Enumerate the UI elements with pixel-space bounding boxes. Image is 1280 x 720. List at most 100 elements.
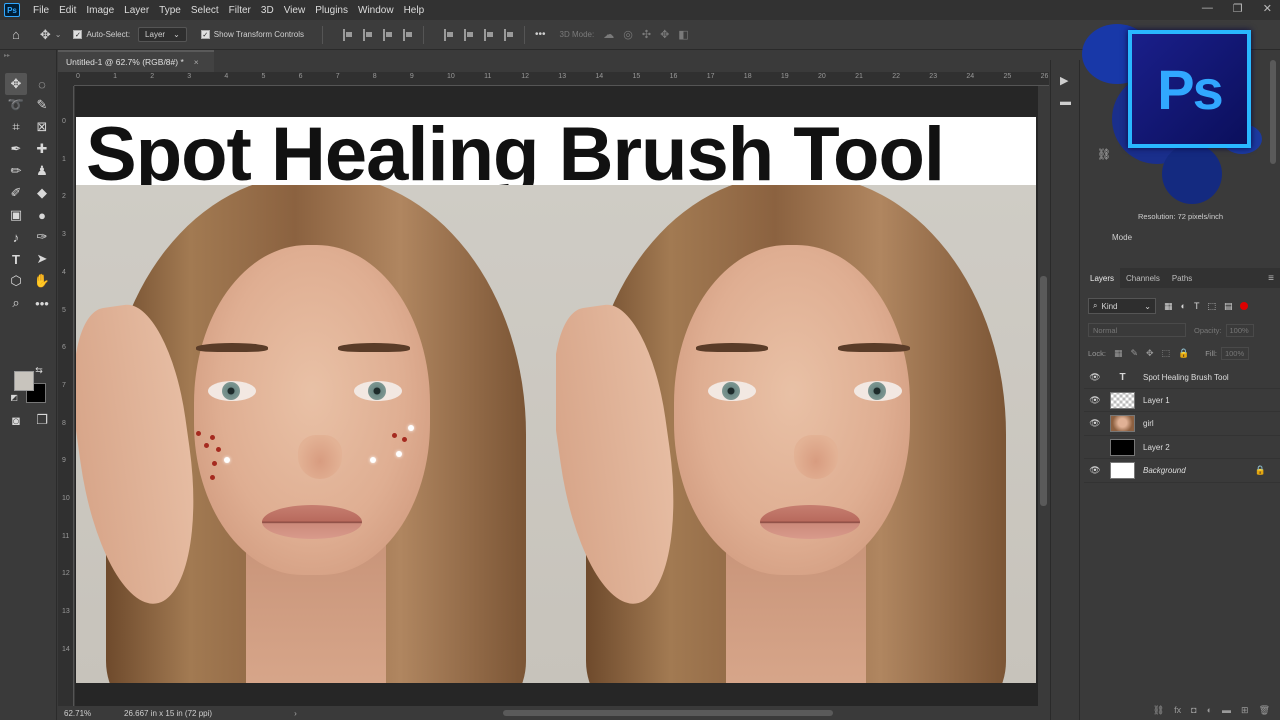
distribute-h-icon[interactable] — [403, 28, 413, 41]
visibility-eye-icon[interactable]: 👁 — [1084, 395, 1106, 406]
menu-3d[interactable]: 3D — [256, 5, 279, 16]
document-canvas[interactable]: Spot Healing Brush Tool — [76, 117, 1036, 683]
tab-layers[interactable]: Layers — [1084, 268, 1121, 288]
align-left-icon[interactable] — [343, 28, 353, 41]
new-group-icon[interactable]: ▬ — [1222, 705, 1231, 715]
comments-icon[interactable]: ▬ — [1060, 96, 1072, 108]
home-icon[interactable]: ⌂ — [12, 27, 20, 42]
menu-layer[interactable]: Layer — [119, 5, 154, 16]
layer-row[interactable]: 👁 Background 🔒 — [1084, 460, 1280, 483]
quick-mask-icon[interactable]: ◙ — [5, 409, 27, 431]
status-menu-arrow[interactable]: › — [294, 709, 297, 718]
eyedropper-tool-icon[interactable]: ✒ — [5, 138, 27, 160]
layer-name[interactable]: Layer 2 — [1143, 443, 1170, 452]
menu-window[interactable]: Window — [353, 5, 399, 16]
align-bottom-icon[interactable] — [484, 28, 494, 41]
document-tab[interactable]: Untitled-1 @ 62.7% (RGB/8#) * × — [58, 50, 214, 72]
layer-name[interactable]: girl — [1143, 419, 1154, 428]
align-center-h-icon[interactable] — [363, 28, 373, 41]
menu-image[interactable]: Image — [81, 5, 119, 16]
visibility-eye-icon[interactable]: 👁 — [1084, 372, 1106, 383]
vertical-scroll-thumb[interactable] — [1040, 276, 1047, 506]
smart-object-filter-icon[interactable]: ▤ — [1224, 301, 1233, 312]
layer-row[interactable]: 👁 girl — [1084, 413, 1280, 436]
layer-row[interactable]: Layer 2 — [1084, 436, 1280, 460]
tool-preset-chevron-icon[interactable]: ⌄ — [55, 30, 62, 39]
lock-image-icon[interactable]: ✎ — [1130, 348, 1138, 359]
layer-row[interactable]: 👁 Layer 1 — [1084, 389, 1280, 413]
layer-name[interactable]: Background — [1143, 466, 1186, 475]
roll-3d-icon[interactable]: ◎ — [623, 28, 633, 41]
blend-mode-dropdown[interactable]: Normal — [1088, 323, 1186, 337]
slide-3d-icon[interactable]: ✥ — [660, 28, 669, 41]
fx-icon[interactable]: fx — [1174, 705, 1181, 715]
trash-icon[interactable]: 🗑 — [1259, 705, 1270, 716]
new-layer-icon[interactable]: ⊞ — [1241, 705, 1249, 716]
adjustment-filter-icon[interactable]: ◐ — [1181, 301, 1186, 311]
zoom-tool-icon[interactable]: ⌕ — [5, 292, 27, 314]
toolbox-handle[interactable]: ▸▸ — [4, 52, 52, 60]
layer-name[interactable]: Spot Healing Brush Tool — [1143, 373, 1229, 382]
vertical-scrollbar[interactable] — [1038, 86, 1049, 706]
menu-plugins[interactable]: Plugins — [310, 5, 353, 16]
lock-all-icon[interactable]: 🔒 — [1178, 348, 1189, 359]
marquee-tool-icon[interactable]: ◌ — [31, 73, 53, 95]
filter-toggle[interactable] — [1240, 302, 1249, 310]
gradient-tool-icon[interactable]: ▣ — [5, 204, 27, 226]
horizontal-scroll-thumb[interactable] — [503, 710, 833, 716]
lock-artboard-icon[interactable]: ⬚ — [1162, 348, 1171, 359]
path-select-tool-icon[interactable]: ➤ — [31, 248, 53, 270]
close-tab-icon[interactable]: × — [194, 57, 199, 67]
layer-name[interactable]: Layer 1 — [1143, 396, 1170, 405]
add-mask-icon[interactable]: ◘ — [1191, 705, 1196, 715]
shape-tool-icon[interactable]: ⬡ — [5, 270, 27, 292]
show-transform-checkbox[interactable]: ✓ — [200, 30, 210, 39]
menu-type[interactable]: Type — [154, 5, 186, 16]
panel-menu-icon[interactable]: ≡ — [1268, 273, 1274, 284]
more-tools-icon[interactable]: ••• — [31, 292, 53, 314]
menu-file[interactable]: File — [28, 5, 54, 16]
swap-colors-icon[interactable]: ⇆ — [33, 364, 45, 376]
visibility-eye-icon[interactable]: 👁 — [1084, 465, 1106, 476]
align-top-icon[interactable] — [444, 28, 454, 41]
kind-filter-dropdown[interactable]: ⌕ Kind ⌄ — [1088, 298, 1156, 314]
distribute-v-icon[interactable] — [504, 28, 514, 41]
align-middle-v-icon[interactable] — [464, 28, 474, 41]
pixel-filter-icon[interactable]: ▦ — [1164, 301, 1173, 312]
layer-row[interactable]: 👁 T Spot Healing Brush Tool — [1084, 366, 1280, 389]
zoom-level[interactable]: 62.71% — [64, 709, 104, 718]
opacity-input[interactable]: 100% — [1225, 323, 1254, 337]
type-tool-icon[interactable]: T — [5, 248, 27, 270]
menu-select[interactable]: Select — [186, 5, 224, 16]
foreground-color-swatch[interactable] — [14, 371, 34, 391]
move-tool-icon[interactable]: ✥ — [40, 27, 51, 43]
menu-view[interactable]: View — [279, 5, 311, 16]
link-layers-icon[interactable]: ⛓ — [1153, 705, 1164, 716]
adjustment-layer-icon[interactable]: ◐ — [1207, 705, 1212, 715]
spot-healing-tool-icon[interactable]: ✚ — [31, 138, 53, 160]
camera-3d-icon[interactable]: ◧ — [678, 28, 688, 41]
align-right-icon[interactable] — [383, 28, 393, 41]
tab-paths[interactable]: Paths — [1166, 268, 1198, 288]
type-filter-icon[interactable]: T — [1194, 301, 1200, 311]
auto-select-checkbox[interactable]: ✓ — [73, 30, 83, 39]
move-tool-icon[interactable]: ✥ — [5, 73, 27, 95]
more-options-button[interactable]: ••• — [535, 29, 546, 40]
properties-scroll-thumb[interactable] — [1270, 60, 1276, 164]
menu-edit[interactable]: Edit — [54, 5, 81, 16]
brush-tool-icon[interactable]: ✏ — [5, 160, 27, 182]
screen-mode-icon[interactable]: ❐ — [31, 409, 53, 431]
pan-3d-icon[interactable]: ✣ — [642, 28, 651, 41]
hand-tool-icon[interactable]: ✋ — [31, 270, 53, 292]
orbit-3d-icon[interactable]: ☁ — [603, 28, 614, 41]
blur-tool-icon[interactable]: ● — [31, 204, 53, 226]
history-brush-tool-icon[interactable]: ✐ — [5, 182, 27, 204]
crop-tool-icon[interactable]: ⌗ — [5, 116, 27, 138]
eraser-tool-icon[interactable]: ◆ — [31, 182, 53, 204]
auto-select-dropdown[interactable]: Layer ⌄ — [138, 27, 187, 42]
frame-tool-icon[interactable]: ⊠ — [31, 116, 53, 138]
tab-channels[interactable]: Channels — [1120, 268, 1166, 288]
layer-lock-icon[interactable]: 🔒 — [1255, 465, 1266, 476]
menu-help[interactable]: Help — [399, 5, 430, 16]
quick-select-tool-icon[interactable]: ✎ — [31, 94, 53, 116]
